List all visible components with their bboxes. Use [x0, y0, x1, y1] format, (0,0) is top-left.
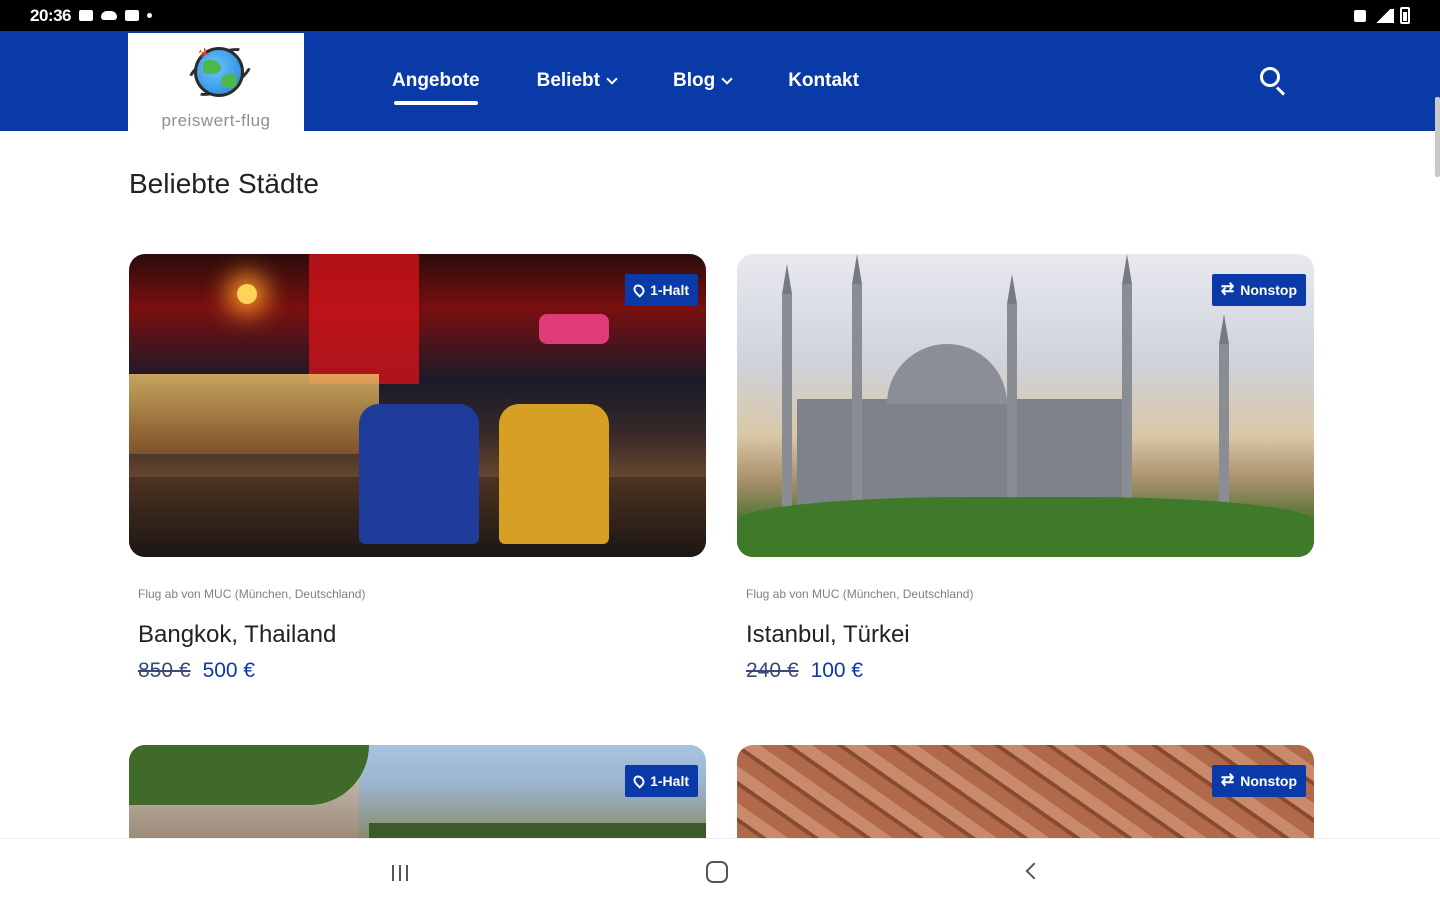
nav-item-label: Blog	[672, 70, 716, 91]
home-button[interactable]	[706, 861, 728, 883]
stops-badge: ⇄ Nonstop	[1211, 765, 1306, 797]
back-button[interactable]	[1025, 862, 1043, 880]
stops-badge-label: 1-Halt	[650, 773, 689, 789]
swap-arrows-icon: ⇄	[1220, 281, 1235, 298]
destination-card-3[interactable]: 1-Halt	[129, 745, 706, 839]
more-notifications-icon	[146, 13, 152, 18]
system-navigation-bar	[0, 838, 1440, 900]
logo-text: preiswert-flug	[161, 111, 271, 130]
battery-icon	[1400, 7, 1410, 24]
current-price: 500 €	[202, 659, 256, 682]
destination-image[interactable]: 1-Halt	[129, 745, 706, 839]
old-price: 850 €	[138, 659, 191, 682]
old-price: 240 €	[746, 659, 799, 682]
stops-badge-label: Nonstop	[1240, 282, 1297, 298]
swap-arrows-icon: ⇄	[1220, 772, 1235, 789]
cloud-notification-icon	[100, 11, 117, 20]
stops-badge: 1-Halt	[625, 765, 698, 797]
destination-card-istanbul[interactable]: ⇄ Nonstop Flug ab von MUC (München, Deut…	[737, 254, 1314, 683]
nav-item-blog[interactable]: Blog	[672, 70, 733, 92]
stops-badge-label: 1-Halt	[650, 282, 689, 298]
destination-title[interactable]: Bangkok, Thailand	[138, 621, 706, 649]
mute-icon	[1354, 9, 1366, 22]
departure-info: Flug ab von MUC (München, Deutschland)	[138, 587, 366, 601]
destination-card-bangkok[interactable]: 1-Halt Flug ab von MUC (München, Deutsch…	[129, 254, 706, 683]
recent-apps-button[interactable]	[392, 865, 408, 881]
location-pin-icon	[631, 773, 647, 789]
price-row: 850 € 500 €	[138, 659, 706, 683]
site-logo[interactable]: ✈ preiswert-flug	[128, 33, 304, 135]
nav-item-kontakt[interactable]: Kontakt	[788, 70, 859, 92]
nav-item-label: Beliebt	[536, 70, 600, 91]
destination-image[interactable]: ⇄ Nonstop	[737, 745, 1314, 839]
nav-item-angebote[interactable]: Angebote	[392, 70, 480, 105]
destination-image[interactable]: ⇄ Nonstop	[737, 254, 1314, 557]
departure-info: Flug ab von MUC (München, Deutschland)	[746, 587, 974, 601]
stops-badge: 1-Halt	[625, 274, 698, 306]
destination-image[interactable]: 1-Halt	[129, 254, 706, 557]
section-title: Beliebte Städte	[129, 168, 319, 199]
price-row: 240 € 100 €	[746, 659, 1314, 683]
search-button[interactable]	[1258, 65, 1290, 97]
gallery-notification-icon	[78, 10, 93, 21]
destination-title[interactable]: Istanbul, Türkei	[746, 621, 1314, 649]
nav-item-beliebt[interactable]: Beliebt	[536, 70, 618, 92]
status-right	[1354, 7, 1410, 24]
site-header: ✈ preiswert-flug Angebote Beliebt Blog K…	[0, 31, 1440, 135]
page-scrollbar[interactable]	[1435, 97, 1440, 177]
main-navigation: Angebote Beliebt Blog Kontakt	[392, 31, 916, 131]
chevron-down-icon	[606, 72, 618, 85]
stops-badge: ⇄ Nonstop	[1211, 274, 1306, 306]
photo-notification-icon	[124, 10, 139, 21]
stops-badge-label: Nonstop	[1240, 773, 1297, 789]
chevron-down-icon	[721, 72, 733, 85]
location-pin-icon	[631, 282, 647, 298]
destination-card-4[interactable]: ⇄ Nonstop	[737, 745, 1314, 839]
current-price: 100 €	[810, 659, 864, 682]
nav-item-label: Angebote	[392, 70, 480, 91]
wifi-signal-icon	[1372, 8, 1394, 23]
status-left: 20:36	[30, 6, 152, 26]
system-status-bar: 20:36	[0, 0, 1440, 31]
nav-item-label: Kontakt	[788, 70, 859, 91]
search-icon	[1260, 67, 1280, 87]
status-time: 20:36	[30, 5, 71, 25]
